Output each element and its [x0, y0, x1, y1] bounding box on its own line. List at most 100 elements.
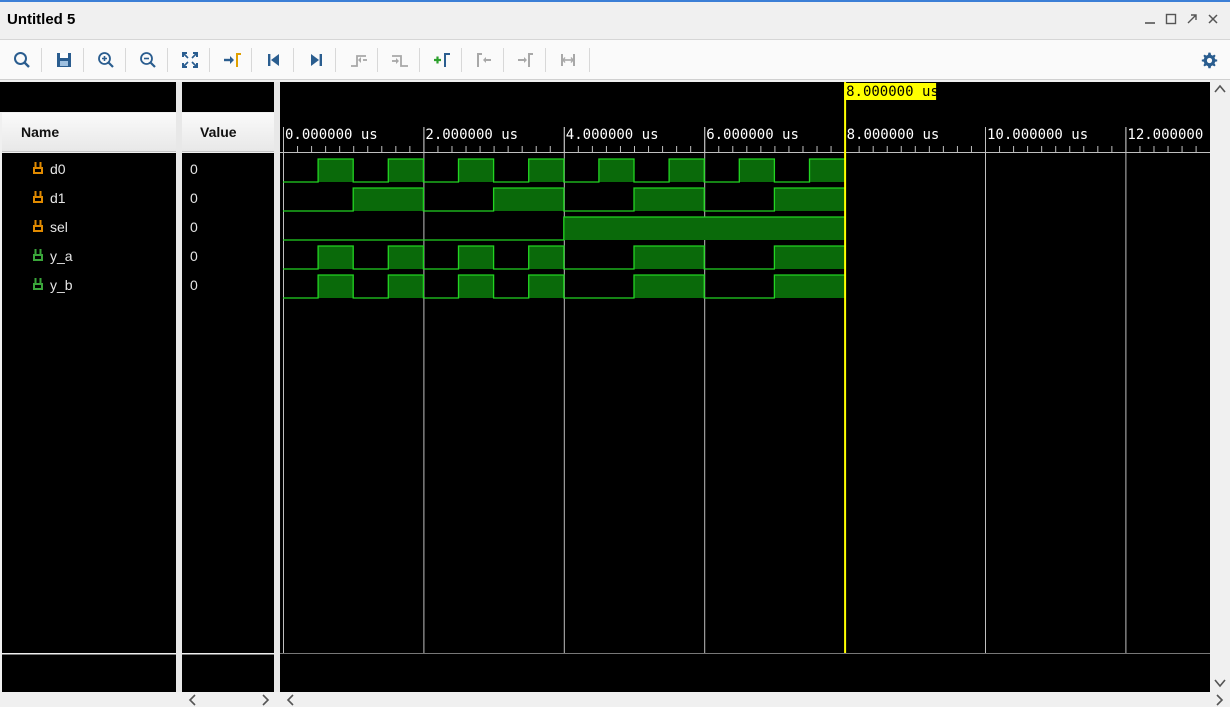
- next-marker-icon[interactable]: [513, 48, 539, 72]
- maximize-icon[interactable]: [1162, 10, 1180, 28]
- zoom-fit-icon[interactable]: [177, 48, 203, 72]
- add-marker-icon[interactable]: [429, 48, 455, 72]
- scroll-down-icon[interactable]: [1213, 676, 1227, 693]
- signal-value: 0: [190, 161, 198, 177]
- waveform-high-segment: [634, 275, 705, 298]
- waveform-high-segment: [493, 188, 564, 211]
- tick-label: 6.000000 us: [706, 127, 799, 143]
- waveform-high-segment: [388, 246, 424, 269]
- cursor-time-label: 8.000000 us: [846, 84, 939, 100]
- zoom-out-icon[interactable]: [135, 48, 161, 72]
- previous-transition-icon[interactable]: [346, 48, 372, 72]
- waveform-high-segment: [388, 275, 424, 298]
- previous-marker-icon[interactable]: [471, 48, 497, 72]
- go-to-start-icon[interactable]: [261, 48, 287, 72]
- waveform-high-segment: [774, 275, 845, 298]
- name-panel-spacer: [0, 82, 276, 112]
- tick-label: 10.000000 us: [987, 127, 1088, 143]
- tick-label: 12.000000 us: [1127, 127, 1210, 143]
- waveform-high-segment: [634, 188, 705, 211]
- scroll-left-icon[interactable]: [186, 693, 198, 707]
- waveform-high-segment: [528, 159, 564, 182]
- waveform-window: Untitled 5 Name Value d0 d1 sel y_a y_b …: [0, 0, 1230, 707]
- waveform-high-segment: [669, 159, 705, 182]
- waveform-svg: 0.000000 us 2.000000 us 4.000000 us 6.00000…: [280, 82, 1210, 654]
- waveform-high-segment: [774, 188, 845, 211]
- next-transition-icon[interactable]: [387, 48, 413, 72]
- signal-row-d1[interactable]: d1: [2, 183, 176, 212]
- value-row-y_a: 0: [182, 241, 274, 270]
- signal-name: d1: [50, 190, 66, 206]
- input-signal-icon: [33, 162, 43, 174]
- waveform-high-segment: [774, 246, 845, 269]
- value-row-sel: 0: [182, 212, 274, 241]
- scroll-up-icon[interactable]: [1213, 82, 1227, 99]
- title-bar: Untitled 5: [0, 2, 1230, 40]
- close-icon[interactable]: [1204, 10, 1222, 28]
- float-icon[interactable]: [1183, 10, 1201, 28]
- signal-row-d0[interactable]: d0: [2, 154, 176, 183]
- waveform-y_a: [283, 245, 845, 270]
- signal-value: 0: [190, 248, 198, 264]
- signal-name: y_b: [50, 277, 73, 293]
- save-icon[interactable]: [51, 48, 77, 72]
- output-signal-icon: [33, 249, 43, 261]
- scroll-right-icon[interactable]: [1214, 693, 1226, 707]
- name-panel-footer: [2, 654, 176, 692]
- waveform-high-segment: [528, 246, 564, 269]
- toolbar: [0, 40, 1230, 80]
- waveform-high-segment: [353, 188, 424, 211]
- waveform-horizontal-scrollbar[interactable]: [280, 692, 1230, 707]
- waveform-canvas[interactable]: 0.000000 us 2.000000 us 4.000000 us 6.00000…: [280, 82, 1210, 692]
- search-icon[interactable]: [9, 48, 35, 72]
- tick-label: 4.000000 us: [566, 127, 659, 143]
- signal-name-list: d0 d1 sel y_a y_b: [2, 153, 176, 653]
- waveform-y_b: [283, 274, 845, 299]
- waveform-high-segment: [598, 159, 634, 182]
- name-header-label: Name: [21, 124, 60, 140]
- signal-row-sel[interactable]: sel: [2, 212, 176, 241]
- zoom-in-icon[interactable]: [93, 48, 119, 72]
- value-header-label: Value: [200, 124, 237, 140]
- waveform-high-segment: [528, 275, 564, 298]
- go-to-cursor-icon[interactable]: [219, 48, 245, 72]
- waveform-high-segment: [634, 246, 705, 269]
- waveform-high-segment: [458, 275, 494, 298]
- tick-label: 0.000000 us: [285, 127, 378, 143]
- signal-value: 0: [190, 190, 198, 206]
- output-signal-icon: [33, 278, 43, 290]
- tick-label: 2.000000 us: [425, 127, 518, 143]
- waveform-high-segment: [809, 159, 845, 182]
- go-to-end-icon[interactable]: [303, 48, 329, 72]
- waveform-high-segment: [739, 159, 775, 182]
- waveform-high-segment: [318, 246, 354, 269]
- input-signal-icon: [33, 191, 43, 203]
- waveform-high-segment: [388, 159, 424, 182]
- waveform-high-segment: [318, 159, 354, 182]
- signal-name: y_a: [50, 248, 73, 264]
- signal-name: sel: [50, 219, 68, 235]
- value-row-d0: 0: [182, 154, 274, 183]
- minimize-icon[interactable]: [1141, 10, 1159, 28]
- window-title: Untitled 5: [7, 11, 76, 28]
- scroll-right-icon[interactable]: [260, 693, 272, 707]
- swap-cursors-icon[interactable]: [555, 48, 581, 72]
- scroll-left-icon[interactable]: [284, 693, 296, 707]
- signal-value: 0: [190, 219, 198, 235]
- value-panel-footer: [182, 654, 274, 692]
- waveform-high-segment: [458, 159, 494, 182]
- name-column-header[interactable]: Name: [2, 113, 176, 152]
- value-column-header[interactable]: Value: [182, 113, 274, 152]
- gear-icon[interactable]: [1196, 48, 1222, 72]
- waveform-high-segment: [563, 217, 845, 240]
- value-row-y_b: 0: [182, 270, 274, 299]
- signal-value-list: 0 0 0 0 0: [182, 153, 274, 653]
- value-row-d1: 0: [182, 183, 274, 212]
- signal-row-y_b[interactable]: y_b: [2, 270, 176, 299]
- signal-row-y_a[interactable]: y_a: [2, 241, 176, 270]
- signal-value: 0: [190, 277, 198, 293]
- tick-label: 8.000000 us: [847, 127, 940, 143]
- value-horizontal-scrollbar[interactable]: [182, 692, 274, 707]
- signal-name: d0: [50, 161, 66, 177]
- vertical-scrollbar[interactable]: [1210, 82, 1230, 692]
